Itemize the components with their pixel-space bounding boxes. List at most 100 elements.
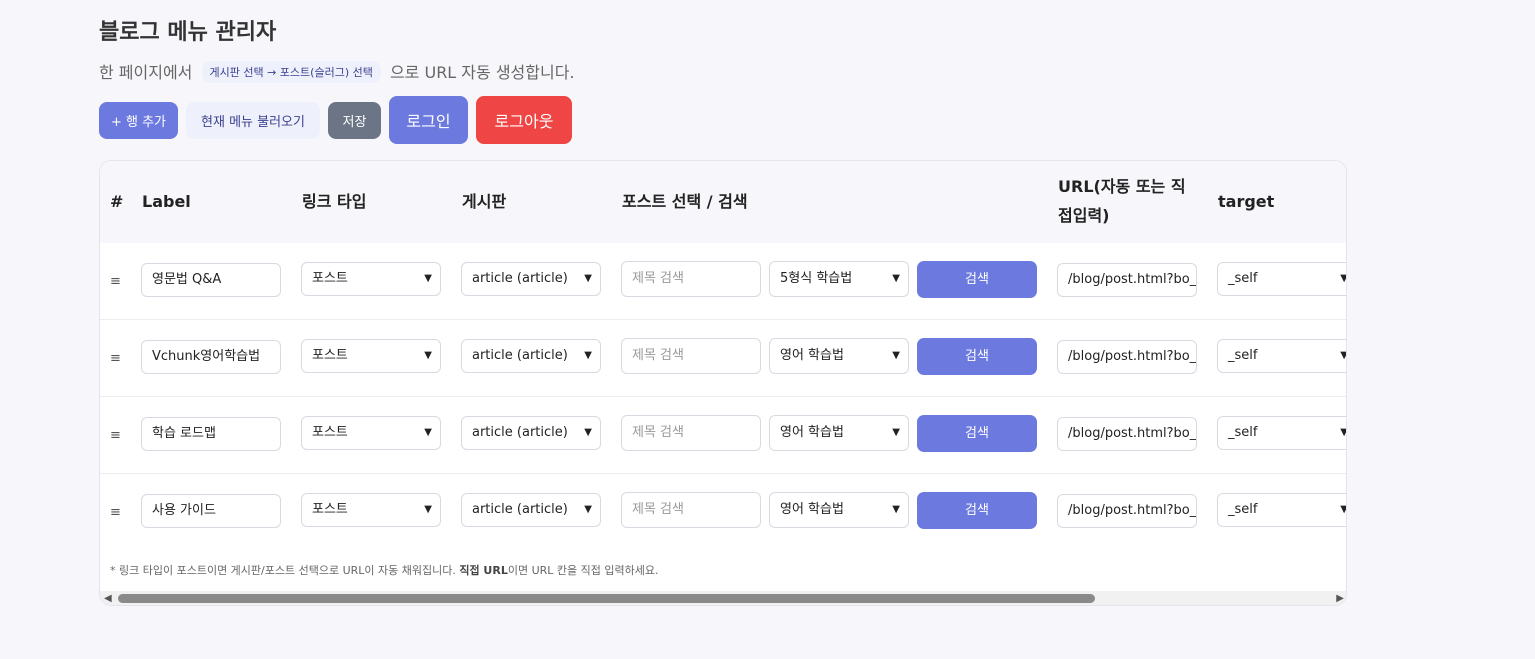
menu-table-panel: # Label 링크 타입 게시판 포스트 선택 / 검색 URL(자동 또는 … (99, 160, 1347, 606)
drag-handle-icon[interactable]: ≡ (110, 428, 121, 443)
drag-handle-icon[interactable]: ≡ (110, 351, 121, 366)
url-input[interactable]: /blog/post.html?bo_table=article (1057, 263, 1197, 297)
board-value: article (article) (472, 425, 568, 440)
target-value: _self (1228, 425, 1258, 440)
scroll-right-arrow-icon[interactable]: ▶ (1336, 593, 1344, 604)
chevron-down-icon: ▼ (892, 350, 900, 361)
url-input[interactable]: /blog/post.html?bo_table=article (1057, 340, 1197, 374)
horizontal-scrollbar[interactable]: ◀ ▶ (100, 591, 1346, 605)
link-type-value: 포스트 (312, 502, 348, 517)
footer-note-part1: * 링크 타입이 포스트이면 게시판/포스트 선택으로 URL이 자동 채워집니… (110, 564, 456, 577)
page-title: 블로그 메뉴 관리자 (99, 20, 277, 45)
header-url-line1: URL(자동 또는 직 (1058, 177, 1186, 196)
label-input[interactable]: 영문법 Q&A (141, 263, 281, 297)
post-value: 영어 학습법 (780, 425, 844, 440)
save-button[interactable]: 저장 (328, 102, 381, 139)
board-select[interactable]: article (article) ▼ (461, 416, 601, 450)
chevron-down-icon: ▼ (424, 427, 432, 438)
header-target: target (1218, 192, 1275, 211)
target-value: _self (1228, 502, 1258, 517)
chevron-down-icon: ▼ (892, 427, 900, 438)
subtitle-text-post: 으로 URL 자동 생성합니다. (389, 63, 575, 82)
chevron-down-icon: ▼ (1340, 340, 1346, 372)
page-subtitle: 한 페이지에서 게시판 선택 → 포스트(슬러그) 선택 으로 URL 자동 생… (99, 59, 575, 83)
table-row: ≡ Vchunk영어학습법 포스트 ▼ article (article) ▼ 제목… (100, 320, 1346, 397)
chevron-down-icon: ▼ (424, 350, 432, 361)
link-type-select[interactable]: 포스트 ▼ (301, 339, 441, 373)
scrollbar-thumb[interactable] (118, 594, 1095, 603)
label-input[interactable]: 학습 로드맵 (141, 417, 281, 451)
search-button[interactable]: 검색 (917, 415, 1037, 452)
label-input[interactable]: Vchunk영어학습법 (141, 340, 281, 374)
table-row: ≡ 학습 로드맵 포스트 ▼ article (article) ▼ 제목 검색 영… (100, 397, 1346, 474)
chevron-down-icon: ▼ (584, 350, 592, 361)
post-search-input[interactable]: 제목 검색 (621, 261, 761, 297)
board-value: article (article) (472, 502, 568, 517)
target-select[interactable]: _self ▼ (1217, 339, 1346, 373)
link-type-value: 포스트 (312, 271, 348, 286)
post-select[interactable]: 영어 학습법 ▼ (769, 415, 909, 451)
board-select[interactable]: article (article) ▼ (461, 493, 601, 527)
chevron-down-icon: ▼ (1340, 263, 1346, 295)
header-label: Label (142, 192, 191, 211)
target-select[interactable]: _self ▼ (1217, 493, 1346, 527)
footer-note: * 링크 타입이 포스트이면 게시판/포스트 선택으로 URL이 자동 채워집니… (110, 562, 658, 578)
logout-button[interactable]: 로그아웃 (476, 96, 572, 144)
header-link-type: 링크 타입 (302, 192, 367, 211)
chevron-down-icon: ▼ (584, 504, 592, 515)
link-type-value: 포스트 (312, 348, 348, 363)
chevron-down-icon: ▼ (1340, 494, 1346, 526)
drag-handle-icon[interactable]: ≡ (110, 505, 121, 520)
url-input[interactable]: /blog/post.html?bo_table=article (1057, 417, 1197, 451)
chevron-down-icon: ▼ (1340, 417, 1346, 449)
target-value: _self (1228, 271, 1258, 286)
post-select[interactable]: 영어 학습법 ▼ (769, 492, 909, 528)
chevron-down-icon: ▼ (892, 273, 900, 284)
header-post: 포스트 선택 / 검색 (622, 192, 748, 211)
post-value: 영어 학습법 (780, 348, 844, 363)
link-type-select[interactable]: 포스트 ▼ (301, 262, 441, 296)
post-value: 5형식 학습법 (780, 271, 853, 286)
board-value: article (article) (472, 348, 568, 363)
post-select[interactable]: 5형식 학습법 ▼ (769, 261, 909, 297)
header-num: # (110, 192, 124, 211)
link-type-value: 포스트 (312, 425, 348, 440)
target-select[interactable]: _self ▼ (1217, 262, 1346, 296)
table-row: ≡ 영문법 Q&A 포스트 ▼ article (article) ▼ 제목 검색 … (100, 243, 1346, 320)
footer-note-part2: 이면 URL 칸을 직접 입력하세요. (507, 564, 659, 577)
chevron-down-icon: ▼ (424, 504, 432, 515)
post-search-input[interactable]: 제목 검색 (621, 415, 761, 451)
login-button[interactable]: 로그인 (389, 96, 468, 144)
chevron-down-icon: ▼ (584, 273, 592, 284)
link-type-select[interactable]: 포스트 ▼ (301, 493, 441, 527)
chevron-down-icon: ▼ (584, 427, 592, 438)
target-select[interactable]: _self ▼ (1217, 416, 1346, 450)
post-value: 영어 학습법 (780, 502, 844, 517)
search-button[interactable]: 검색 (917, 492, 1037, 529)
post-search-input[interactable]: 제목 검색 (621, 338, 761, 374)
post-search-input[interactable]: 제목 검색 (621, 492, 761, 528)
subtitle-text-pre: 한 페이지에서 (99, 63, 193, 82)
board-select[interactable]: article (article) ▼ (461, 339, 601, 373)
post-select[interactable]: 영어 학습법 ▼ (769, 338, 909, 374)
subtitle-chip: 게시판 선택 → 포스트(슬러그) 선택 (201, 61, 381, 83)
search-button[interactable]: 검색 (917, 338, 1037, 375)
add-row-button[interactable]: + 행 추가 (99, 102, 178, 139)
url-input[interactable]: /blog/post.html?bo_table=article (1057, 494, 1197, 528)
table-header: # Label 링크 타입 게시판 포스트 선택 / 검색 URL(자동 또는 … (100, 161, 1346, 243)
target-value: _self (1228, 348, 1258, 363)
board-select[interactable]: article (article) ▼ (461, 262, 601, 296)
label-input[interactable]: 사용 가이드 (141, 494, 281, 528)
link-type-select[interactable]: 포스트 ▼ (301, 416, 441, 450)
header-board: 게시판 (462, 192, 507, 211)
scroll-left-arrow-icon[interactable]: ◀ (104, 593, 112, 604)
drag-handle-icon[interactable]: ≡ (110, 274, 121, 289)
chevron-down-icon: ▼ (424, 273, 432, 284)
table-row: ≡ 사용 가이드 포스트 ▼ article (article) ▼ 제목 검색 영… (100, 474, 1346, 551)
search-button[interactable]: 검색 (917, 261, 1037, 298)
board-value: article (article) (472, 271, 568, 286)
header-url-line2: 접입력) (1058, 206, 1110, 225)
chevron-down-icon: ▼ (892, 504, 900, 515)
footer-note-bold: 직접 URL (459, 564, 508, 577)
load-menu-button[interactable]: 현재 메뉴 불러오기 (186, 102, 320, 139)
